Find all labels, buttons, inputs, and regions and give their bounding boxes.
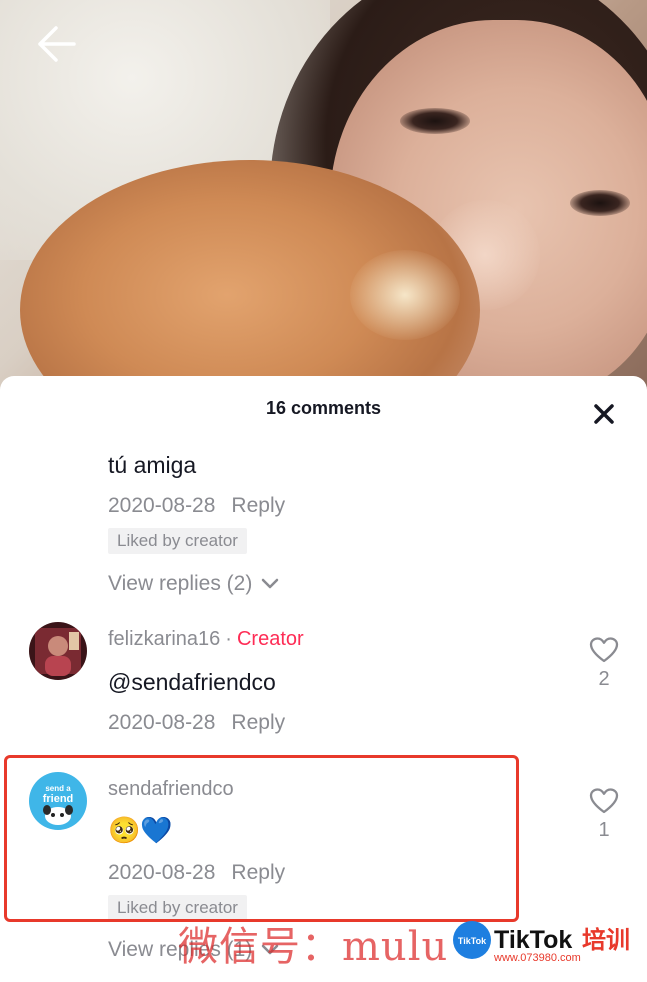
comment-text: @sendafriendco bbox=[108, 669, 276, 695]
logo-url: www.073980.com bbox=[493, 952, 581, 964]
username-link[interactable]: sendafriendco bbox=[108, 778, 234, 800]
like-count: 1 bbox=[598, 819, 610, 841]
like-control: 2 bbox=[584, 636, 624, 691]
logo-suffix: 培训 bbox=[582, 926, 630, 954]
separator-dot: · bbox=[225, 628, 232, 650]
tiktok-logo-icon: TikTok TikTok 培训 www.073980.com bbox=[453, 921, 630, 964]
reply-button[interactable]: Reply bbox=[231, 711, 285, 734]
comment-text: 🥺💙 bbox=[108, 816, 173, 846]
avatar[interactable]: send a friend bbox=[29, 772, 87, 830]
view-replies-button[interactable]: View replies (2) bbox=[108, 572, 280, 596]
comments-sheet: 16 comments tú amiga 2020-08-28 Reply Lik… bbox=[0, 376, 647, 982]
like-count: 2 bbox=[598, 668, 610, 690]
avatar[interactable] bbox=[29, 622, 87, 680]
comment-text: tú amiga bbox=[108, 452, 197, 478]
avatar-image: send a friend bbox=[29, 772, 87, 830]
avatar-text-line-1: send a bbox=[45, 784, 71, 793]
close-button[interactable] bbox=[590, 400, 618, 428]
like-control: 1 bbox=[584, 787, 624, 842]
comment-meta: 2020-08-28 Reply bbox=[108, 711, 285, 735]
video-eye-left bbox=[400, 108, 470, 134]
comment-date: 2020-08-28 bbox=[108, 494, 216, 517]
reply-button[interactable]: Reply bbox=[231, 494, 285, 517]
comment-author: sendafriendco bbox=[108, 778, 234, 801]
comment-meta: 2020-08-28 Reply bbox=[108, 861, 285, 885]
creator-label: Creator bbox=[236, 628, 304, 650]
comments-header: 16 comments bbox=[0, 376, 647, 448]
chevron-down-icon bbox=[261, 579, 279, 589]
avatar-text-line-2: friend bbox=[43, 793, 74, 805]
video-eye-right bbox=[570, 190, 630, 216]
liked-by-creator-badge: Liked by creator bbox=[108, 528, 247, 554]
watermark-text: 微信号：mulu bbox=[178, 924, 449, 970]
close-icon bbox=[594, 404, 614, 424]
reply-button[interactable]: Reply bbox=[231, 861, 285, 884]
logo-icon-text: TikTok bbox=[458, 936, 487, 946]
logo-text: TikTok bbox=[494, 926, 572, 954]
avatar-image bbox=[29, 622, 87, 680]
video-cat-ear bbox=[350, 250, 460, 340]
comment-date: 2020-08-28 bbox=[108, 861, 216, 884]
comment-author: felizkarina16 · Creator bbox=[108, 628, 304, 651]
watermark-logo: TikTok TikTok 培训 www.073980.com bbox=[452, 920, 642, 969]
view-replies-label: View replies (2) bbox=[108, 572, 253, 595]
back-arrow-icon bbox=[38, 26, 76, 62]
comment-meta: 2020-08-28 Reply bbox=[108, 494, 285, 518]
username-link[interactable]: felizkarina16 bbox=[108, 628, 220, 650]
highlight-box bbox=[4, 755, 519, 922]
back-button[interactable] bbox=[34, 24, 78, 64]
heart-outline-icon[interactable] bbox=[589, 787, 619, 815]
comment-date: 2020-08-28 bbox=[108, 711, 216, 734]
heart-outline-icon[interactable] bbox=[589, 636, 619, 664]
video-background bbox=[0, 0, 647, 400]
comments-count-title: 16 comments bbox=[265, 398, 382, 418]
